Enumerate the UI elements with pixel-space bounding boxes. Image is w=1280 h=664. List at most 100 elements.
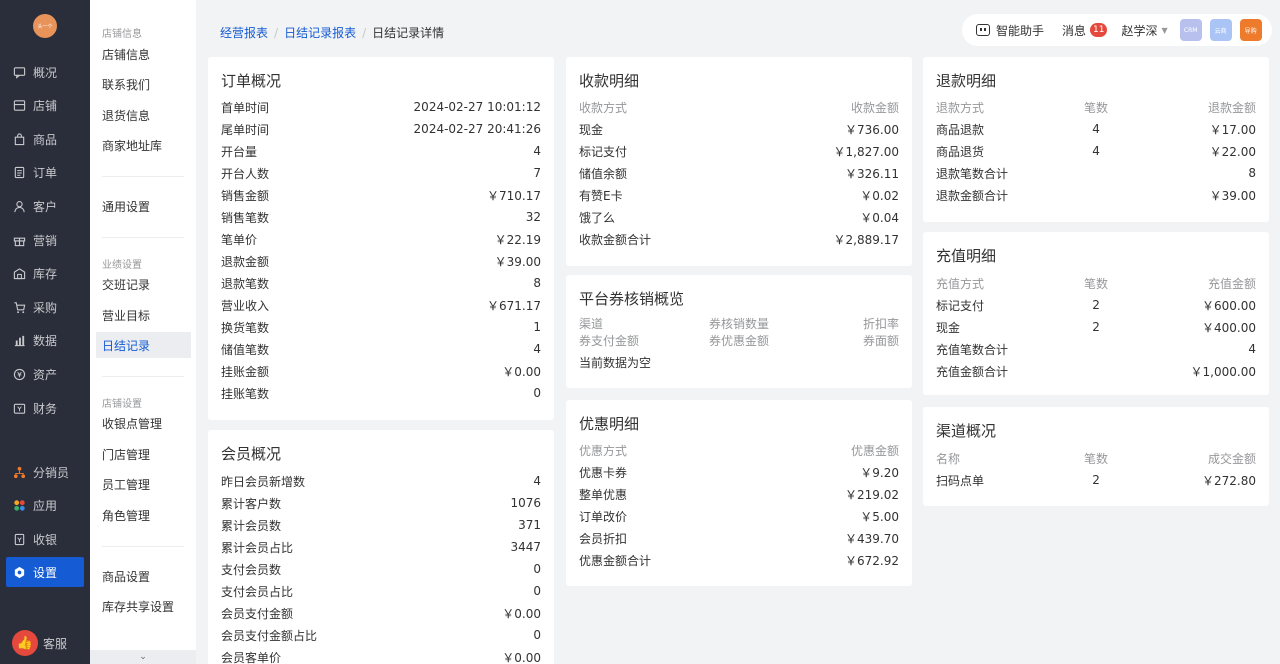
table-row: 标记支付 ￥1,827.00 [579,140,899,162]
row-value: 4 [533,474,541,488]
table-cell: ￥22.00 [1209,144,1257,159]
customer-service[interactable]: 👍 客服 [12,630,67,656]
row-value: 2024-02-27 10:01:12 [413,100,541,114]
assistant-button[interactable]: 智能助手 [996,22,1044,39]
table-row: 销售金额 ￥710.17 [221,184,541,206]
header-cell: 充值金额 [1208,276,1257,291]
subnav-stock-sharing[interactable]: 库存共享设置 [96,593,191,619]
header-cell: 券优惠金额 [709,333,770,348]
header-cell: 优惠金额 [850,443,899,458]
subnav-store-management[interactable]: 门店管理 [96,441,191,467]
subnav-contact-us[interactable]: 联系我们 [96,71,191,97]
row-label: 尾单时间 [221,122,270,137]
subnav-daily-records[interactable]: 日结记录 [96,332,191,358]
nav-overview[interactable]: 概况 [6,58,84,86]
table-row: 挂账金额 ￥0.00 [221,360,541,382]
subnav-staff-management[interactable]: 员工管理 [96,471,191,497]
table-header-row: 收款方式 收款金额 [579,96,899,118]
table-row: 商品退货 4 ￥22.00 [936,140,1256,162]
table-header-row: 优惠方式 优惠金额 [579,439,899,461]
row-value: 0 [533,628,541,642]
total-row: 退款金额合计 ￥39.00 [936,184,1256,206]
cloud-store-app-icon[interactable]: 云商 [1209,19,1232,41]
settings-subnav: 店铺信息 店铺信息 联系我们 退货信息 商家地址库 通用设置 业绩设置 交班记录… [90,0,196,664]
table-row: 会员支付金额 ￥0.00 [221,602,541,624]
row-value: 371 [518,518,541,532]
row-label: 饿了么 [579,210,616,225]
total-value: ￥39.00 [1209,188,1256,203]
table-row: 累计会员数 371 [221,514,541,536]
nav-apps[interactable]: 应用 [6,491,84,519]
subnav-return-info[interactable]: 退货信息 [96,102,191,128]
table-row: 扫码点单 2 ￥272.80 [936,469,1256,491]
total-label: 退款金额合计 [936,188,1009,203]
row-value: ￥5.00 [860,509,899,524]
subnav-address-book[interactable]: 商家地址库 [96,132,191,158]
row-value: 4 [533,342,541,356]
table-row: 开台量 4 [221,140,541,162]
row-label: 退款金额 [221,254,270,269]
nav-assets[interactable]: 资产 [6,360,84,388]
nav-customers[interactable]: 客户 [6,192,84,220]
table-row: 换货笔数 1 [221,316,541,338]
table-row: 会员折扣 ￥439.70 [579,527,899,549]
table-cell: 标记支付 [936,298,985,313]
nav-orders[interactable]: 订单 [6,158,84,186]
messages-button[interactable]: 消息 [1062,22,1086,39]
subnav-shift-records[interactable]: 交班记录 [96,271,191,297]
coupon-overview-card: 平台券核销概览 渠道 券核销数量 折扣率 券支付金额 券优惠金额 券面额 当前数… [566,275,912,388]
row-label: 现金 [579,122,604,137]
table-cell: 2 [1092,298,1100,312]
row-label: 笔单价 [221,232,258,247]
store-logo[interactable]: 头一个 [33,14,57,38]
row-label: 储值余额 [579,166,628,181]
row-value: ￥39.00 [494,254,541,269]
subnav-general-settings[interactable]: 通用设置 [96,193,191,219]
table-row: 商品退款 4 ￥17.00 [936,118,1256,140]
empty-text: 当前数据为空 [579,355,652,370]
total-value: 4 [1248,342,1256,356]
table-cell: 2 [1092,320,1100,334]
nav-distributor[interactable]: 分销员 [6,458,84,486]
breadcrumb-daily-report[interactable]: 日结记录报表 [284,24,356,41]
list-icon [13,166,26,179]
nav-store[interactable]: 店铺 [6,91,84,119]
nav-goods[interactable]: 商品 [6,125,84,153]
subnav-role-management[interactable]: 角色管理 [96,502,191,528]
subnav-divider [102,546,184,547]
subnav-divider [102,237,184,238]
table-row: 订单改价 ￥5.00 [579,505,899,527]
table-cell: 现金 [936,320,961,335]
nav-marketing[interactable]: 营销 [6,226,84,254]
subnav-expand-button[interactable]: ⌄ [90,650,196,664]
order-overview-card: 订单概况 首单时间 2024-02-27 10:01:12 尾单时间 2024-02-… [208,57,554,420]
user-menu[interactable]: 赵学深 ▼ [1121,22,1167,39]
nav-label: 财务 [33,401,58,416]
main-sidebar: 头一个 概况 店铺 商品 订单 客户 营销 库存 采购 数据 资产 财务 分销员… [0,0,90,664]
bag-icon [13,132,26,146]
row-label: 支付会员占比 [221,584,294,599]
chat-icon [13,66,26,79]
nav-cashier[interactable]: 收银 [6,525,84,553]
crm-app-icon[interactable]: CRM [1179,19,1202,41]
nav-inventory[interactable]: 库存 [6,259,84,287]
nav-purchase[interactable]: 采购 [6,293,84,321]
service-label: 客服 [43,636,68,651]
guide-app-icon[interactable]: 导购 [1239,19,1262,41]
subnav-cashier-points[interactable]: 收银点管理 [96,410,191,436]
nav-data[interactable]: 数据 [6,326,84,354]
apps-icon [13,499,26,512]
nav-finance[interactable]: 财务 [6,394,84,422]
table-row: 会员支付金额占比 0 [221,624,541,646]
row-label: 首单时间 [221,100,270,115]
card-title: 订单概况 [221,72,282,90]
subnav-store-info[interactable]: 店铺信息 [96,41,191,67]
breadcrumb-business-reports[interactable]: 经营报表 [220,24,268,41]
subnav-business-goals[interactable]: 营业目标 [96,302,191,328]
nav-settings[interactable]: 设置 [6,557,84,587]
subnav-product-settings[interactable]: 商品设置 [96,563,191,589]
empty-state: 当前数据为空 [579,351,899,373]
warehouse-icon [13,267,26,280]
card-title: 平台券核销概览 [579,290,685,308]
row-value: 4 [533,144,541,158]
